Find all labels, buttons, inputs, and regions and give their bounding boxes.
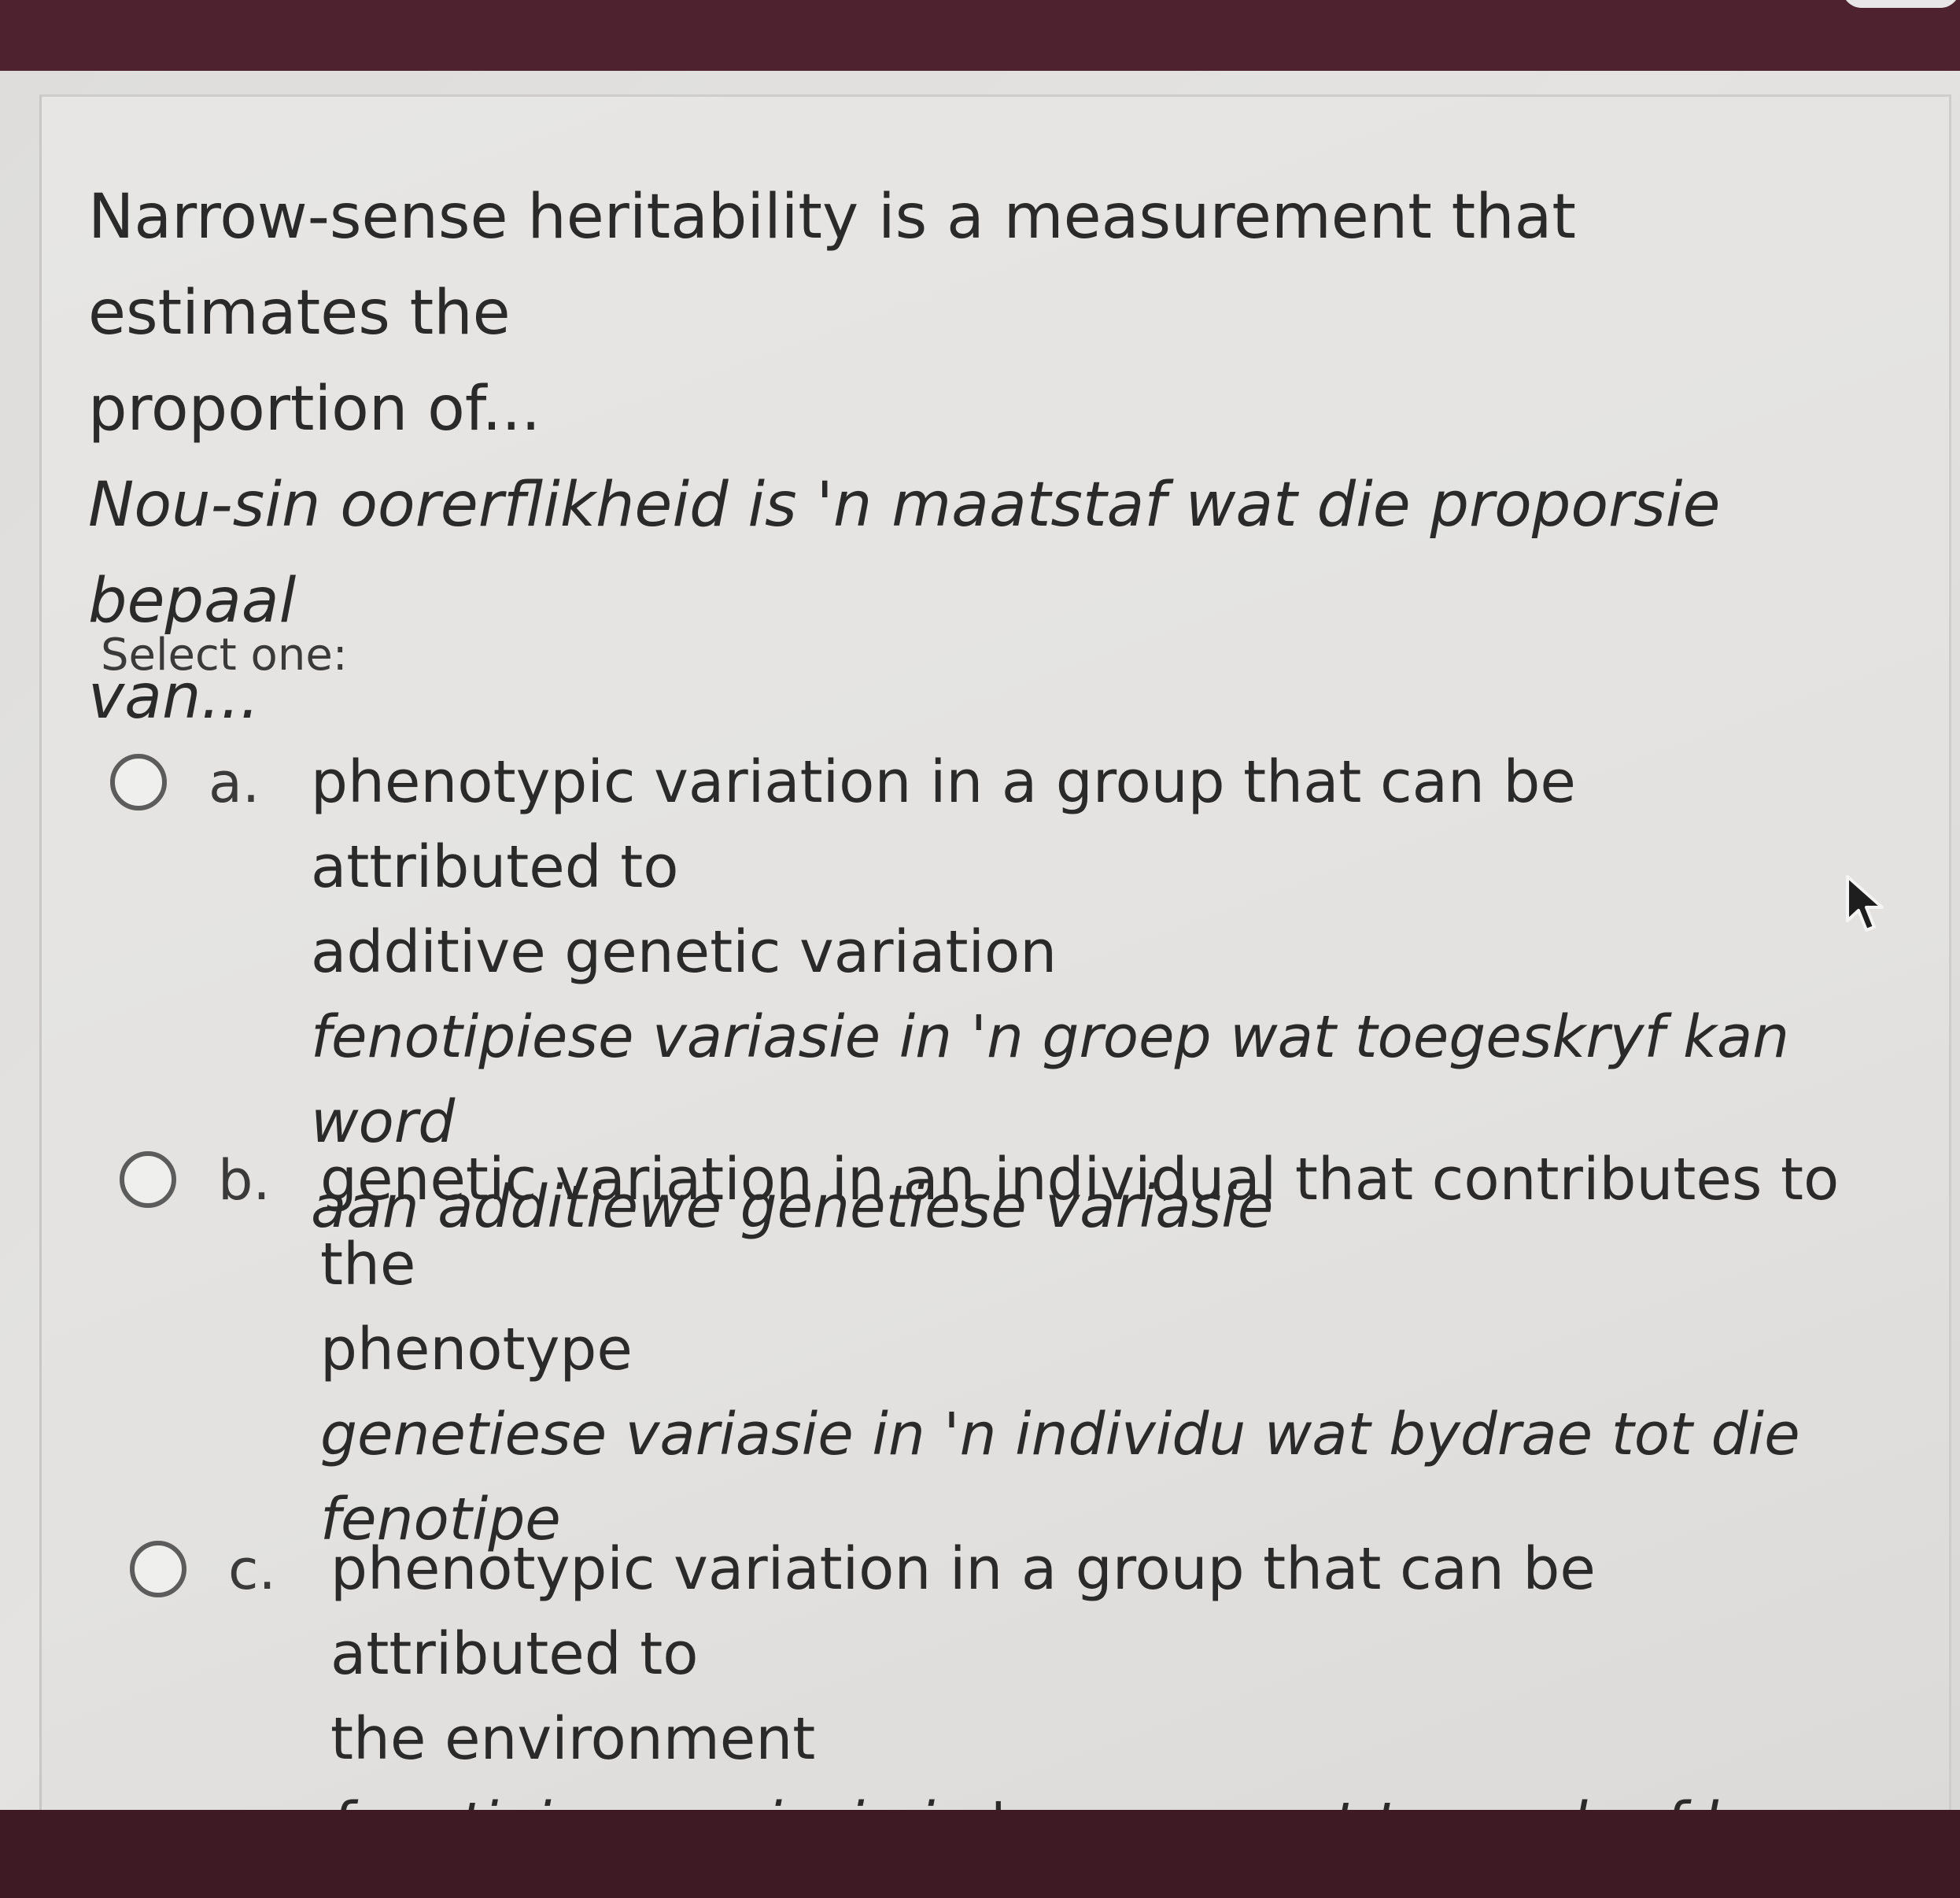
option-letter-b: b.: [218, 1148, 271, 1213]
select-one-label: Select one:: [101, 630, 348, 681]
radio-button-b[interactable]: [120, 1151, 176, 1208]
top-corner-element: [1842, 0, 1960, 8]
option-a-english-line1: phenotypic variation in a group that can…: [311, 748, 1576, 901]
radio-button-a[interactable]: [110, 754, 167, 811]
option-a-english-line2: additive genetic variation: [311, 918, 1058, 986]
option-letter-a: a.: [209, 751, 260, 815]
bottom-frame: [0, 1810, 1960, 1898]
option-letter-c: c.: [228, 1538, 276, 1602]
option-text-b[interactable]: genetic variation in an individual that …: [320, 1137, 1878, 1562]
question-text-english-line1: Narrow-sense heritability is a measureme…: [88, 182, 1577, 349]
radio-button-c[interactable]: [130, 1541, 186, 1597]
option-b-afrikaans-line1: genetiese variasie in 'n individu wat by…: [320, 1401, 1800, 1468]
option-text-c[interactable]: phenotypic variation in a group that can…: [330, 1527, 1845, 1810]
question-text: Narrow-sense heritability is a measureme…: [88, 169, 1866, 745]
option-b-english-line2: phenotype: [320, 1316, 633, 1383]
option-c-afrikaans-line1: fenotipiese variasie in 'n groep wat toe…: [330, 1782, 1845, 1810]
option-b-english-line1: genetic variation in an individual that …: [320, 1146, 1840, 1298]
option-c-english-line1: phenotypic variation in a group that can…: [330, 1535, 1596, 1688]
option-c-english-line2: the environment: [330, 1705, 816, 1773]
answer-option-c[interactable]: c. phenotypic variation in a group that …: [130, 1527, 1845, 1810]
top-frame: [0, 0, 1960, 72]
question-text-english-line2: proportion of...: [88, 374, 541, 445]
answer-option-a[interactable]: a. phenotypic variation in a group that …: [110, 740, 1825, 1241]
mouse-pointer-icon: [1846, 875, 1884, 932]
question-text-afrikaans-line1: Nou-sin oorerflikheid is 'n maatstaf wat…: [88, 470, 1721, 637]
question-text-afrikaans-line2: van...: [88, 662, 260, 733]
answer-option-b[interactable]: b. genetic variation in an individual th…: [120, 1137, 1839, 1553]
